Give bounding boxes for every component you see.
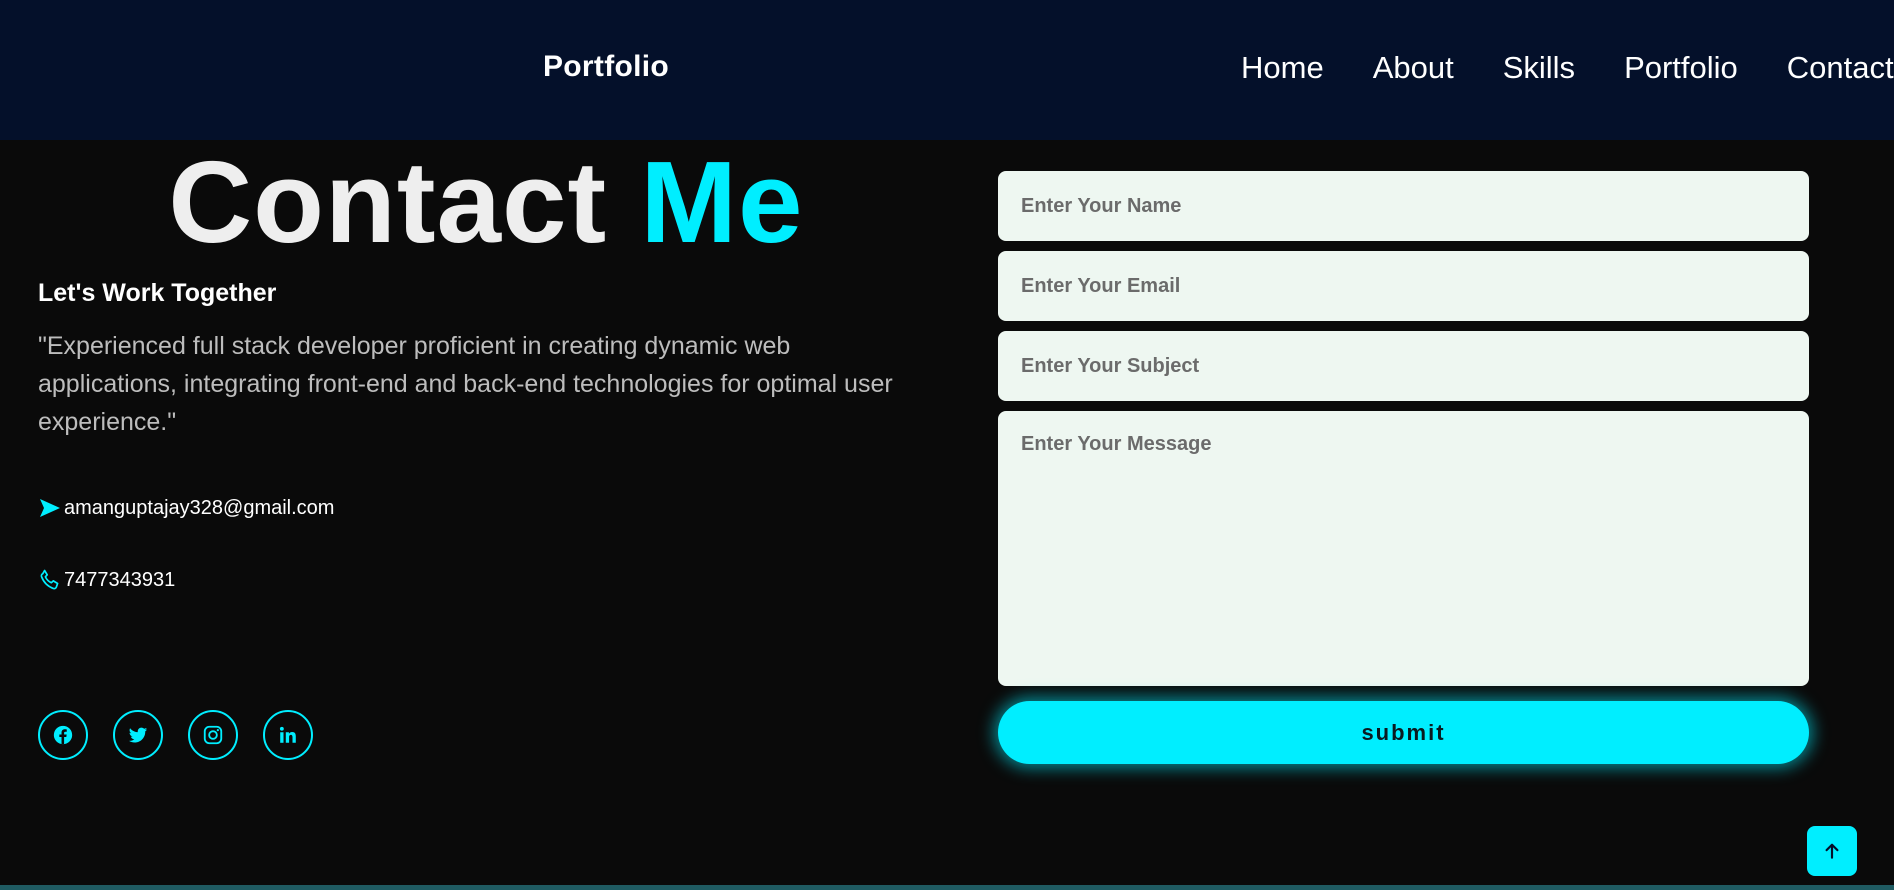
linkedin-link[interactable] bbox=[263, 710, 313, 760]
send-icon bbox=[40, 499, 60, 517]
footer-divider bbox=[0, 885, 1894, 890]
phone-icon bbox=[40, 569, 59, 590]
nav-link-skills[interactable]: Skills bbox=[1503, 50, 1575, 86]
nav-link-about[interactable]: About bbox=[1373, 50, 1454, 86]
nav-links: Home About Skills Portfolio Contact bbox=[1241, 50, 1894, 86]
phone-contact: 7477343931 bbox=[38, 568, 175, 592]
contact-title-part1: Contact bbox=[168, 137, 608, 267]
scroll-to-top-button[interactable] bbox=[1807, 826, 1857, 876]
name-input[interactable] bbox=[998, 171, 1809, 241]
subject-input[interactable] bbox=[998, 331, 1809, 401]
social-links bbox=[38, 710, 313, 760]
instagram-link[interactable] bbox=[188, 710, 238, 760]
linkedin-icon bbox=[279, 726, 296, 743]
contact-description: "Experienced full stack developer profic… bbox=[38, 332, 893, 436]
twitter-link[interactable] bbox=[113, 710, 163, 760]
arrow-up-icon bbox=[1825, 843, 1839, 859]
instagram-icon bbox=[203, 725, 223, 745]
nav-link-portfolio[interactable]: Portfolio bbox=[1624, 50, 1738, 86]
email-text[interactable]: amanguptajay328@gmail.com bbox=[64, 497, 334, 520]
contact-title-part2: Me bbox=[640, 137, 804, 267]
submit-button[interactable]: submit bbox=[998, 701, 1809, 764]
facebook-link[interactable] bbox=[38, 710, 88, 760]
contact-subheading: Let's Work Together bbox=[38, 279, 277, 307]
twitter-icon bbox=[128, 727, 148, 743]
contact-title: Contact Me bbox=[0, 142, 972, 262]
facebook-icon bbox=[53, 725, 73, 745]
brand-logo[interactable]: Portfolio bbox=[543, 50, 669, 84]
nav-link-home[interactable]: Home bbox=[1241, 50, 1324, 86]
navbar: Portfolio Home About Skills Portfolio Co… bbox=[0, 0, 1894, 140]
phone-text[interactable]: 7477343931 bbox=[64, 569, 175, 592]
email-contact: amanguptajay328@gmail.com bbox=[38, 496, 334, 520]
email-input[interactable] bbox=[998, 251, 1809, 321]
nav-link-contact[interactable]: Contact bbox=[1787, 50, 1894, 86]
message-textarea[interactable] bbox=[998, 411, 1809, 686]
